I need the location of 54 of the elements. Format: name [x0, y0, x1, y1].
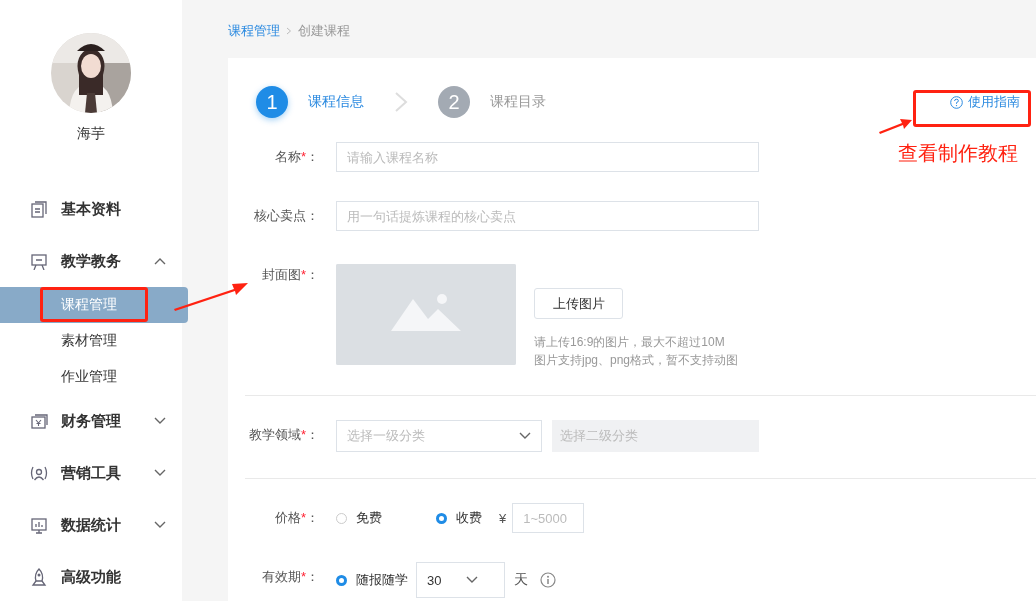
menu-item[interactable]: 营销工具: [0, 447, 182, 499]
field-label: 封面图*：: [260, 266, 320, 284]
easel-icon: [30, 252, 48, 270]
radio-button[interactable]: [336, 512, 347, 524]
caret-icon: [154, 417, 166, 425]
monitor-icon: [30, 516, 48, 534]
user-name: 海芋: [77, 124, 105, 143]
days-select[interactable]: 30: [416, 562, 505, 598]
field-label: 教学领域*：: [247, 426, 320, 444]
wallet-icon: [30, 412, 48, 430]
hint-text: 图片支持jpg、png格式，暂不支持动图: [534, 352, 739, 369]
unit-label: 天: [514, 571, 528, 589]
document-icon: [30, 200, 48, 218]
menu-item[interactable]: 基本资料: [0, 183, 182, 235]
caret-icon: [154, 521, 166, 529]
price-field[interactable]: 1~5000: [512, 503, 585, 533]
help-icon: [950, 95, 963, 109]
radio-button[interactable]: [336, 574, 347, 586]
text-field[interactable]: 请输入课程名称: [336, 142, 759, 172]
field-label: 核心卖点：: [253, 207, 320, 225]
field-label: 名称*：: [273, 148, 320, 166]
rocket-icon: [30, 568, 48, 586]
annotation-text: 查看制作教程: [898, 141, 1018, 166]
image-placeholder-icon: [336, 264, 516, 365]
step-number: 1: [256, 86, 288, 118]
menu-item[interactable]: 高级功能: [0, 551, 182, 601]
annotation-arrow: [878, 117, 914, 135]
submenu-item[interactable]: 素材管理: [0, 323, 182, 359]
breadcrumb-item: 创建课程: [298, 22, 350, 40]
broadcast-icon: [30, 464, 48, 482]
caret-icon: [154, 257, 166, 265]
caret-icon: [154, 469, 166, 477]
chevron-icon: [286, 27, 292, 35]
field-label: 有效期*：: [260, 568, 320, 586]
step-number: 2: [438, 86, 470, 118]
radio-button[interactable]: [436, 512, 447, 524]
step-label[interactable]: 课程信息: [308, 93, 364, 111]
menu-item[interactable]: 教学教务: [0, 235, 182, 287]
radio-label: 随报随学: [356, 571, 408, 589]
radio-label: 收费: [456, 509, 482, 527]
currency-symbol: ¥: [499, 510, 507, 526]
guide-link[interactable]: 使用指南: [950, 93, 1020, 111]
upload-button[interactable]: 上传图片: [534, 288, 623, 319]
menu-item[interactable]: 财务管理: [0, 395, 182, 447]
caret-icon: [519, 432, 531, 440]
radio-label: 免费: [356, 509, 382, 527]
caret-icon: [466, 576, 478, 584]
breadcrumb-item[interactable]: 课程管理: [228, 22, 280, 40]
chevron-icon: [394, 91, 408, 113]
menu-item[interactable]: 数据统计: [0, 499, 182, 551]
submenu-item[interactable]: 作业管理: [0, 359, 182, 395]
hint-text: 请上传16:9的图片，最大不超过10M: [534, 334, 726, 351]
field-label: 价格*：: [273, 509, 320, 527]
info-icon[interactable]: [540, 572, 556, 588]
